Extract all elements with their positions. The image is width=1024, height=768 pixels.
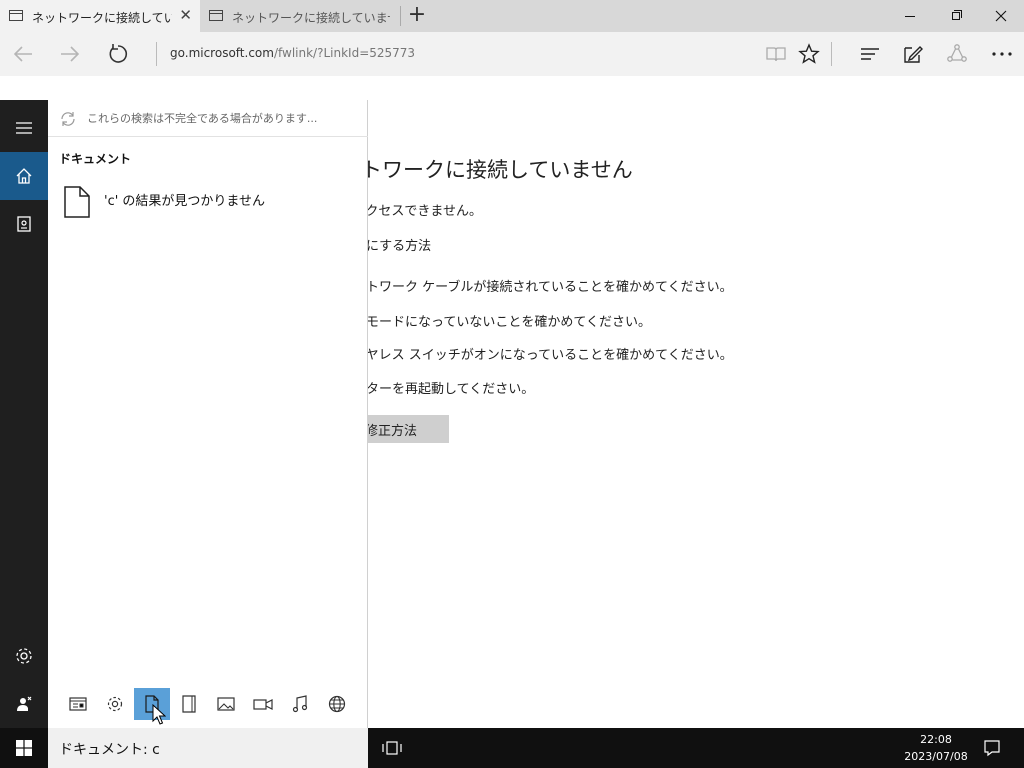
- new-tab-button[interactable]: +: [406, 4, 428, 28]
- refresh-icon: [109, 44, 128, 63]
- share-button[interactable]: [942, 40, 972, 68]
- close-icon: [995, 10, 1007, 22]
- task-view-button[interactable]: [378, 734, 406, 762]
- settings-icon: [107, 696, 123, 712]
- feedback-icon: [17, 696, 32, 711]
- clock-date: 2023/07/08: [904, 750, 968, 763]
- filter-web[interactable]: [319, 688, 355, 720]
- action-center-button[interactable]: [978, 734, 1006, 762]
- back-button[interactable]: [8, 40, 38, 68]
- address-host: go.microsoft.com: [170, 46, 274, 60]
- home-icon: [16, 168, 32, 184]
- address-path: /fwlink/?LinkId=525773: [273, 46, 416, 60]
- web-note-icon: [904, 46, 923, 63]
- settings-icon: [16, 648, 32, 664]
- tab-title: ネットワークに接続していませ: [32, 11, 172, 25]
- search-results-panel: これらの検索は不完全である場合があります... ドキュメント 'c' の結果が見…: [48, 100, 368, 728]
- notification-icon: [984, 740, 1000, 757]
- feedback-button[interactable]: [0, 680, 48, 728]
- music-icon: [292, 695, 308, 713]
- error-line: ネットワーク ケーブルが接続されていることを確かめてください。: [340, 280, 733, 295]
- more-button[interactable]: [987, 40, 1017, 68]
- filter-apps[interactable]: [60, 688, 96, 720]
- forward-button[interactable]: [55, 40, 85, 68]
- web-note-button[interactable]: [898, 40, 928, 68]
- no-results-item: 'c' の結果が見つかりません: [48, 182, 368, 226]
- filter-music[interactable]: [282, 688, 318, 720]
- tab-bar: ネットワークに接続していませ ✕ ネットワークに接続していません +: [0, 0, 1024, 32]
- filter-videos[interactable]: [245, 688, 281, 720]
- tab-title: ネットワークに接続していません: [232, 11, 390, 25]
- loading-icon: [61, 112, 75, 126]
- menu-button[interactable]: [0, 104, 48, 152]
- tab-inactive[interactable]: ネットワークに接続していません: [200, 0, 400, 32]
- web-icon: [328, 695, 346, 713]
- taskbar-search-box[interactable]: ドキュメント: c: [48, 728, 368, 768]
- settings-button[interactable]: [0, 632, 48, 680]
- search-filter-bar: [48, 680, 368, 728]
- home-button[interactable]: [0, 152, 48, 200]
- filter-photos[interactable]: [208, 688, 244, 720]
- address-bar[interactable]: go.microsoft.com/fwlink/?LinkId=525773: [170, 46, 415, 60]
- document-icon: [64, 186, 90, 218]
- no-results-text: 'c' の結果が見つかりません: [104, 194, 266, 209]
- folders-icon: [182, 695, 196, 713]
- task-view-icon: [382, 741, 402, 755]
- incomplete-results-notice: これらの検索は不完全である場合があります...: [87, 112, 318, 125]
- videos-icon: [253, 699, 273, 710]
- favorite-star-icon: [798, 43, 820, 64]
- apps-icon: [69, 697, 87, 711]
- page-icon: [209, 10, 223, 21]
- reading-view-button[interactable]: [761, 40, 791, 68]
- restore-icon-front: [952, 12, 960, 20]
- refresh-button[interactable]: [103, 40, 133, 68]
- favorite-button[interactable]: [794, 40, 824, 68]
- navigation-bar: go.microsoft.com/fwlink/?LinkId=525773: [0, 32, 1024, 76]
- tab-active[interactable]: ネットワークに接続していませ ✕: [0, 0, 200, 32]
- mouse-cursor-icon: [152, 704, 166, 725]
- error-line: ルーターを再起動してください。: [340, 382, 535, 397]
- photos-icon: [217, 697, 235, 711]
- page-icon: [9, 10, 23, 21]
- share-icon: [947, 44, 967, 62]
- documents-section-title: ドキュメント: [59, 152, 132, 166]
- filter-folders[interactable]: [171, 688, 207, 720]
- hub-button[interactable]: [855, 40, 885, 68]
- toolbar-separator: [831, 42, 832, 66]
- clock-time: 22:08: [920, 733, 952, 746]
- forward-icon: [61, 46, 80, 62]
- search-query: ドキュメント: c: [59, 742, 160, 758]
- system-clock[interactable]: 22:08 2023/07/08: [896, 731, 976, 765]
- notebook-icon: [17, 216, 31, 232]
- filter-settings[interactable]: [97, 688, 133, 720]
- menu-icon: [16, 122, 32, 134]
- tab-close-icon[interactable]: ✕: [179, 7, 192, 23]
- taskbar: ドキュメント: c 22:08 2023/07/08: [0, 728, 1024, 768]
- panel-header: これらの検索は不完全である場合があります...: [48, 100, 368, 137]
- start-button[interactable]: [0, 728, 48, 768]
- start-rail: [0, 100, 48, 728]
- windows-logo-icon: [16, 740, 32, 756]
- notebook-button[interactable]: [0, 200, 48, 248]
- address-separator: [156, 42, 157, 66]
- hub-icon: [861, 48, 879, 60]
- tab-separator: [400, 6, 401, 26]
- back-icon: [13, 46, 32, 62]
- error-title: ットワークに接続していません: [340, 158, 633, 182]
- close-window-button[interactable]: [978, 0, 1024, 32]
- error-line: 機内モードになっていないことを確かめてください。: [340, 315, 651, 330]
- reading-view-icon: [766, 47, 786, 62]
- minimize-button[interactable]: [887, 0, 933, 32]
- error-line: ワイヤレス スイッチがオンになっていることを確かめてください。: [340, 348, 733, 363]
- restore-button[interactable]: [933, 0, 979, 32]
- more-icon: [992, 52, 1012, 56]
